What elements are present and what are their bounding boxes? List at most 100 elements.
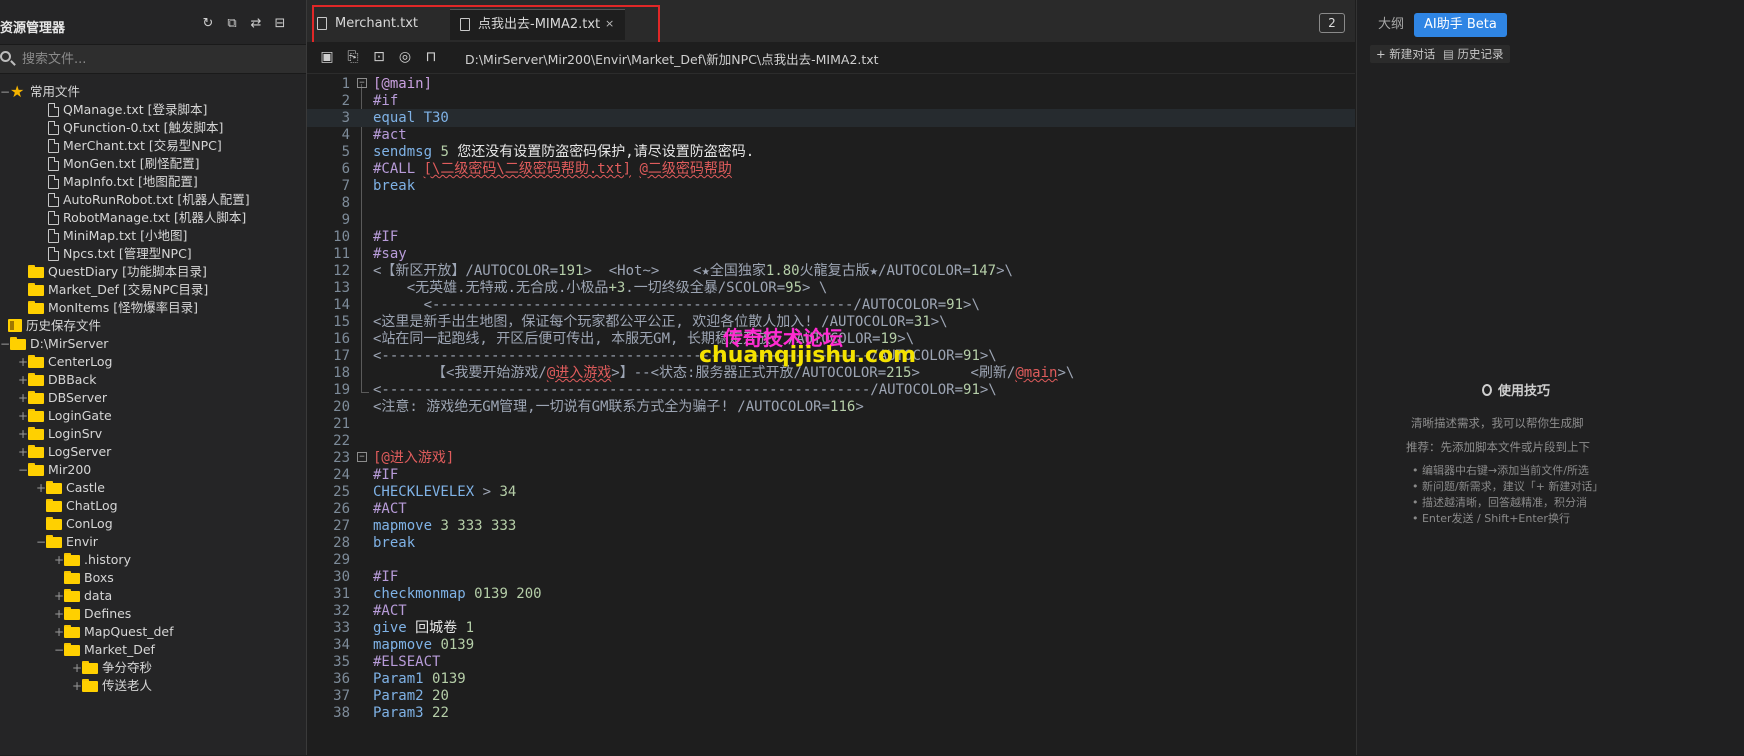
- code-line[interactable]: 19 <-------------------------------------…: [307, 381, 1355, 399]
- tree-item[interactable]: Market_Def [交易NPC目录]: [0, 280, 306, 300]
- tree-item[interactable]: RobotManage.txt [机器人脚本]: [0, 208, 306, 228]
- format-icon[interactable]: ◎: [397, 49, 413, 65]
- tree-item[interactable]: + Defines: [0, 604, 306, 624]
- collapse-icon[interactable]: −: [36, 532, 46, 552]
- tree-item[interactable]: + data: [0, 586, 306, 606]
- tree-item[interactable]: QManage.txt [登录脚本]: [0, 100, 306, 120]
- tree-item[interactable]: QuestDiary [功能脚本目录]: [0, 262, 306, 282]
- expand-icon[interactable]: +: [18, 370, 28, 390]
- code-line[interactable]: 20 <注意: 游戏绝无GM管理,一切说有GM联系方式全为骗子! /AUTOCOL…: [307, 398, 1355, 416]
- expand-icon[interactable]: +: [54, 550, 64, 570]
- code-line[interactable]: 12 <【新区开放】/AUTOCOLOR=191> <Hot~> <★全国独家1.…: [307, 262, 1355, 280]
- code-line[interactable]: 32 #ACT: [307, 602, 1355, 620]
- refresh-icon[interactable]: ↻: [200, 16, 216, 32]
- code-line[interactable]: 38 Param3 22: [307, 704, 1355, 722]
- code-line[interactable]: 5 sendmsg 5 您还没有设置防盗密码保护,请尽设置防盗密码.: [307, 143, 1355, 161]
- code-line[interactable]: 3 equal T30: [307, 109, 1355, 127]
- collapse-icon[interactable]: −: [0, 334, 10, 354]
- tree-item[interactable]: + LoginGate: [0, 406, 306, 426]
- code-line[interactable]: 2 #if: [307, 92, 1355, 110]
- expand-icon[interactable]: +: [54, 604, 64, 624]
- expand-icon[interactable]: +: [72, 676, 82, 696]
- tree-item[interactable]: − D:\MirServer: [0, 334, 306, 354]
- tab-ai-assistant[interactable]: AI助手 Beta: [1414, 13, 1507, 37]
- collapse-all-icon[interactable]: ⧉: [224, 16, 240, 32]
- tree-item[interactable]: + DBBack: [0, 370, 306, 390]
- tree-item[interactable]: MonItems [怪物爆率目录]: [0, 298, 306, 318]
- code-line[interactable]: 11 #say: [307, 245, 1355, 263]
- tree-item[interactable]: 历史保存文件: [0, 316, 306, 336]
- tree-item[interactable]: − Mir200: [0, 460, 306, 480]
- tree-item[interactable]: AutoRunRobot.txt [机器人配置]: [0, 190, 306, 210]
- tree-item[interactable]: MiniMap.txt [小地图]: [0, 226, 306, 246]
- code-line[interactable]: 24 #IF: [307, 466, 1355, 484]
- tree-item[interactable]: ChatLog: [0, 496, 306, 516]
- code-line[interactable]: 23− [@进入游戏]: [307, 449, 1355, 467]
- tree-item[interactable]: − ★ 常用文件: [0, 82, 306, 102]
- tree-item[interactable]: MonGen.txt [刷怪配置]: [0, 154, 306, 174]
- code-line[interactable]: 37 Param2 20: [307, 687, 1355, 705]
- tab-outline[interactable]: 大纲: [1370, 14, 1412, 36]
- code-line[interactable]: 35 #ELSEACT: [307, 653, 1355, 671]
- tab-active-file[interactable]: 点我出去-MIMA2.txt: [450, 9, 625, 40]
- search-input[interactable]: [20, 49, 294, 69]
- tree-item[interactable]: Boxs: [0, 568, 306, 588]
- code-line[interactable]: 25 CHECKLEVELEX > 34: [307, 483, 1355, 501]
- expand-icon[interactable]: +: [18, 424, 28, 444]
- collapse-icon[interactable]: −: [18, 460, 28, 480]
- tree-item[interactable]: Npcs.txt [管理型NPC]: [0, 244, 306, 264]
- open-tabs-count[interactable]: 2: [1319, 13, 1345, 33]
- tree-item[interactable]: ConLog: [0, 514, 306, 534]
- tree-item[interactable]: + Castle: [0, 478, 306, 498]
- collapse-icon[interactable]: −: [0, 82, 10, 102]
- tree-item[interactable]: MapInfo.txt [地图配置]: [0, 172, 306, 192]
- code-line[interactable]: 28 break: [307, 534, 1355, 552]
- minimize-icon[interactable]: ⊟: [272, 16, 288, 32]
- bookmark-icon[interactable]: ⊓: [423, 49, 439, 65]
- code-line[interactable]: 21: [307, 415, 1355, 433]
- code-line[interactable]: 27 mapmove 3 333 333: [307, 517, 1355, 535]
- tree-item[interactable]: MerChant.txt [交易型NPC]: [0, 136, 306, 156]
- code-line[interactable]: 34 mapmove 0139: [307, 636, 1355, 654]
- expand-icon[interactable]: +: [18, 352, 28, 372]
- code-line[interactable]: 36 Param1 0139: [307, 670, 1355, 688]
- save-as-icon[interactable]: ⎘: [345, 49, 361, 65]
- code-line[interactable]: 14 <------------------------------------…: [307, 296, 1355, 314]
- collapse-icon[interactable]: −: [54, 640, 64, 660]
- tree-item[interactable]: + 争分夺秒: [0, 658, 306, 678]
- code-line[interactable]: 33 give 回城卷 1: [307, 619, 1355, 637]
- expand-icon[interactable]: +: [18, 406, 28, 426]
- tree-item[interactable]: + LogServer: [0, 442, 306, 462]
- expand-icon[interactable]: +: [54, 622, 64, 642]
- code-line[interactable]: 1− [@main]: [307, 75, 1355, 93]
- expand-icon[interactable]: +: [36, 478, 46, 498]
- tree-item[interactable]: + MapQuest_def: [0, 622, 306, 642]
- tree-item[interactable]: + LoginSrv: [0, 424, 306, 444]
- tree-item[interactable]: + 传送老人: [0, 676, 306, 696]
- history-button[interactable]: ▤ 历史记录: [1437, 45, 1510, 63]
- tree-item[interactable]: + .history: [0, 550, 306, 570]
- expand-icon[interactable]: +: [72, 658, 82, 678]
- backup-icon[interactable]: ⊡: [371, 49, 387, 65]
- tree-item[interactable]: QFunction-0.txt [触发脚本]: [0, 118, 306, 138]
- expand-icon[interactable]: +: [18, 442, 28, 462]
- expand-icon[interactable]: +: [54, 586, 64, 606]
- code-line[interactable]: 31 checkmonmap 0139 200: [307, 585, 1355, 603]
- new-chat-button[interactable]: + 新建对话: [1370, 45, 1442, 63]
- code-line[interactable]: 7 break: [307, 177, 1355, 195]
- code-line[interactable]: 8: [307, 194, 1355, 212]
- code-line[interactable]: 4 #act: [307, 126, 1355, 144]
- expand-icon[interactable]: +: [18, 388, 28, 408]
- code-line[interactable]: 22: [307, 432, 1355, 450]
- code-line[interactable]: 13 <无英雄.无特戒.无合成.小极品+3.一切终级全暴/SCOLOR=95> …: [307, 279, 1355, 297]
- code-line[interactable]: 30 #IF: [307, 568, 1355, 586]
- tab-merchant[interactable]: Merchant.txt: [307, 9, 450, 39]
- close-tab-icon[interactable]: ×: [605, 9, 614, 39]
- code-line[interactable]: 9: [307, 211, 1355, 229]
- switch-icon[interactable]: ⇄: [248, 16, 264, 32]
- code-line[interactable]: 26 #ACT: [307, 500, 1355, 518]
- fold-toggle-icon[interactable]: −: [357, 78, 367, 88]
- fold-toggle-icon[interactable]: −: [357, 452, 367, 462]
- code-line[interactable]: 29: [307, 551, 1355, 569]
- code-editor[interactable]: 1− [@main] 2 #if 3 equal T30 4 #act 5 sendmsg 5 您…: [307, 73, 1355, 756]
